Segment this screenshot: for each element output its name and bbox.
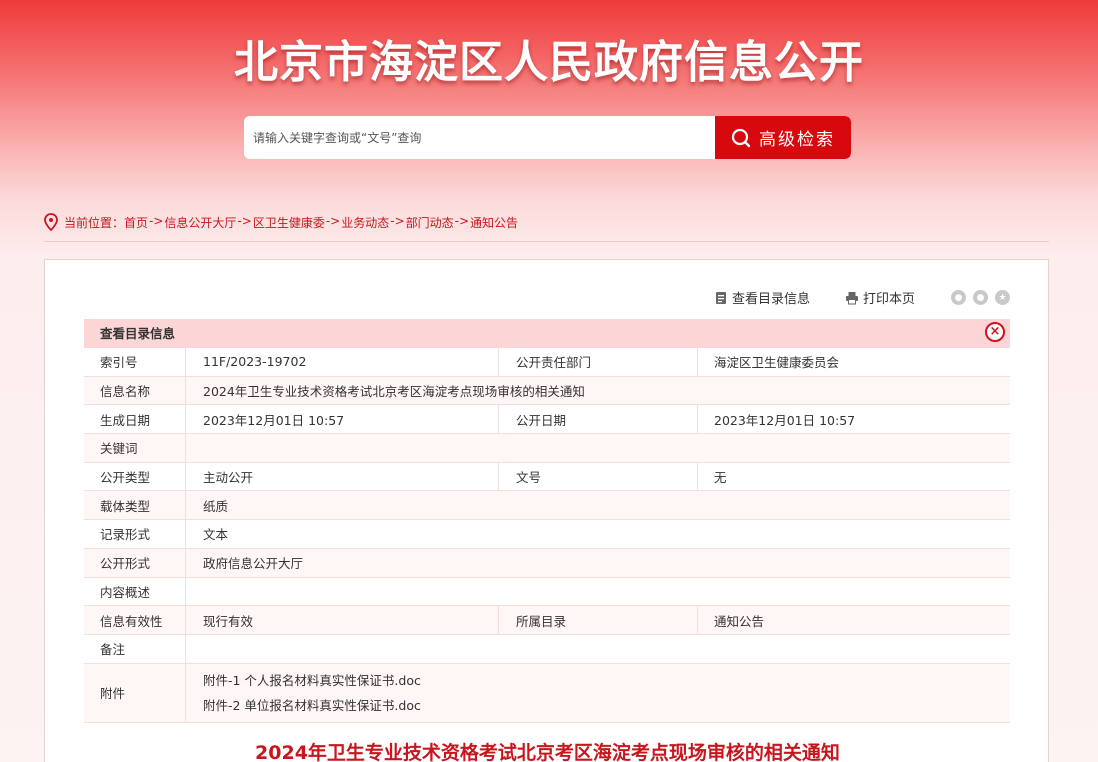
attachments-list: 附件-1 个人报名材料真实性保证书.doc 附件-2 单位报名材料真实性保证书.… — [186, 664, 1010, 722]
breadcrumb-business-news[interactable]: 业务动态 — [341, 214, 389, 231]
advanced-search-label: 高级检索 — [759, 130, 835, 150]
star-icon[interactable]: ★ — [995, 290, 1010, 305]
breadcrumb-separator: -> — [390, 214, 405, 228]
share-icons: ● ● ★ — [951, 290, 1010, 305]
index-value: 11F/2023-19702 — [186, 348, 499, 376]
pub-date-label: 公开日期 — [499, 405, 698, 434]
name-value: 2024年卫生专业技术资格考试北京考区海淀考点现场审核的相关通知 — [203, 384, 585, 400]
breadcrumb-home[interactable]: 首页 — [124, 214, 148, 231]
index-label: 索引号 — [84, 348, 186, 376]
search-icon — [731, 128, 751, 147]
keywords-label: 关键词 — [84, 434, 186, 462]
doc-no-label: 文号 — [499, 462, 698, 491]
created-value: 2023年12月01日 10:57 — [186, 405, 499, 434]
table-row: 索引号 11F/2023-19702 公开责任部门 海淀区卫生健康委员会 — [84, 348, 1010, 377]
catalog-info-table: 查看目录信息 × 索引号 11F/2023-19702 公开责任部门 海淀区卫生… — [84, 319, 1010, 723]
advanced-search-button[interactable]: 高级检索 — [715, 116, 851, 159]
remark-label: 备注 — [84, 634, 186, 663]
print-button[interactable]: 打印本页 — [845, 288, 915, 307]
site-title: 北京市海淀区人民政府信息公开 — [234, 37, 864, 88]
keywords-value — [186, 434, 1010, 462]
validity-label: 信息有效性 — [84, 606, 186, 634]
catalog-value: 通知公告 — [714, 613, 765, 629]
breadcrumb-separator: -> — [237, 214, 252, 228]
location-pin-icon — [44, 213, 58, 231]
catalog-label: 所属目录 — [499, 606, 698, 634]
type-label: 公开类型 — [84, 462, 186, 491]
summary-value — [186, 578, 1010, 606]
page-tools: 查看目录信息 打印本页 ● ● ★ — [45, 288, 1050, 308]
validity-value: 现行有效 — [186, 606, 499, 634]
weibo-icon[interactable]: ● — [973, 290, 988, 305]
catalog-info-title: 查看目录信息 — [100, 326, 176, 341]
print-label: 打印本页 — [863, 292, 916, 307]
view-catalog-label: 查看目录信息 — [732, 292, 811, 307]
table-row: 信息有效性 现行有效 所属目录 通知公告 — [84, 606, 1010, 635]
close-icon[interactable]: × — [985, 322, 1005, 342]
record-label: 记录形式 — [84, 520, 186, 548]
breadcrumb-separator: -> — [325, 214, 341, 228]
dept-label: 公开责任部门 — [499, 348, 698, 376]
breadcrumb-prefix: 当前位置： — [64, 216, 125, 230]
carrier-value: 纸质 — [203, 498, 229, 514]
content-panel: 查看目录信息 打印本页 ● ● ★ 查看目录信息 × 索引号 11F/2023-… — [44, 259, 1049, 762]
breadcrumb: 当前位置： 首页 -> 信息公开大厅 -> 区卫生健康委 -> 业务动态 -> 部门动态… — [44, 213, 1049, 242]
summary-label: 内容概述 — [84, 577, 186, 606]
document-icon — [716, 291, 726, 304]
article-title: 2024年卫生专业技术资格考试北京考区海淀考点现场审核的相关通知 — [255, 742, 840, 762]
pub-date-value: 2023年12月01日 10:57 — [714, 412, 856, 428]
table-row: 生成日期 2023年12月01日 10:57 公开日期 2023年12月01日 … — [84, 405, 1010, 435]
attach-label: 附件 — [84, 663, 186, 722]
created-label: 生成日期 — [84, 405, 186, 434]
name-label: 信息名称 — [84, 376, 186, 405]
type-value: 主动公开 — [186, 462, 499, 491]
printer-icon — [846, 291, 858, 304]
form-label: 公开形式 — [84, 548, 186, 577]
record-value: 文本 — [203, 527, 229, 543]
search-input[interactable] — [244, 116, 715, 159]
remark-value — [186, 635, 1010, 663]
breadcrumb-notices[interactable]: 通知公告 — [470, 214, 518, 231]
dept-value: 海淀区卫生健康委员会 — [714, 355, 840, 371]
table-row: 公开类型 主动公开 文号 无 — [84, 462, 1010, 492]
search-box: 高级检索 — [244, 116, 851, 159]
table-row: 备注 — [84, 634, 1010, 664]
breadcrumb-dept-news[interactable]: 部门动态 — [406, 214, 454, 231]
breadcrumb-separator: -> — [454, 214, 470, 228]
table-row: 内容概述 — [84, 577, 1010, 607]
attachment-link-1[interactable]: 附件-1 个人报名材料真实性保证书.doc — [203, 668, 421, 693]
view-catalog-button[interactable]: 查看目录信息 — [714, 288, 810, 307]
form-value: 政府信息公开大厅 — [203, 556, 304, 572]
carrier-label: 载体类型 — [84, 491, 186, 520]
table-row: 关键词 — [84, 434, 1010, 463]
doc-no-value: 无 — [714, 470, 727, 486]
table-row: 记录形式 文本 — [84, 520, 1010, 549]
catalog-info-heading: 查看目录信息 × — [84, 319, 1010, 348]
table-row: 附件 附件-1 个人报名材料真实性保证书.doc 附件-2 单位报名材料真实性保… — [84, 663, 1010, 723]
table-row: 信息名称 2024年卫生专业技术资格考试北京考区海淀考点现场审核的相关通知 — [84, 376, 1010, 406]
table-row: 载体类型 纸质 — [84, 491, 1010, 521]
breadcrumb-health-commission[interactable]: 区卫生健康委 — [253, 214, 325, 231]
wechat-icon[interactable]: ● — [951, 290, 966, 305]
breadcrumb-info-hall[interactable]: 信息公开大厅 — [164, 214, 236, 231]
table-row: 公开形式 政府信息公开大厅 — [84, 548, 1010, 578]
breadcrumb-separator: -> — [149, 214, 164, 228]
attachment-link-2[interactable]: 附件-2 单位报名材料真实性保证书.doc — [203, 693, 421, 718]
